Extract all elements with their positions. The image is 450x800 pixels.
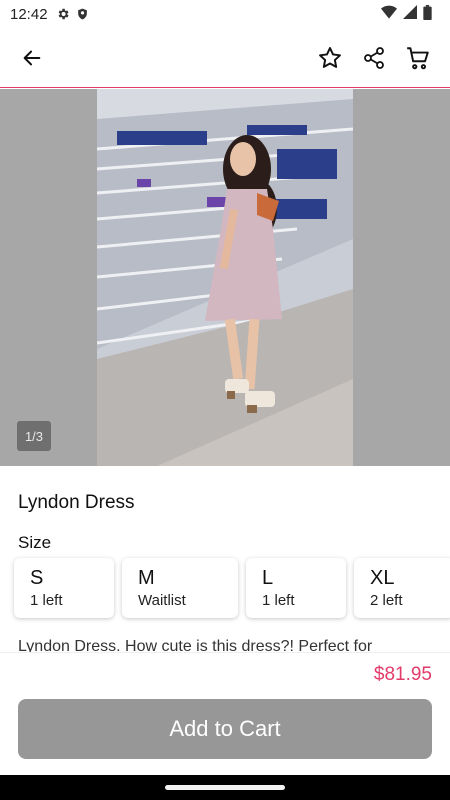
product-photo — [97, 89, 353, 466]
product-price: $81.95 — [373, 664, 432, 685]
cart-button[interactable] — [398, 38, 438, 78]
size-option-l[interactable]: L 1 left — [246, 558, 346, 618]
size-option-availability: Waitlist — [138, 592, 186, 609]
size-option-availability: 2 left — [370, 592, 403, 609]
size-options: S 1 left M Waitlist L 1 left XL 2 left — [14, 558, 450, 618]
shield-icon — [76, 7, 89, 21]
size-option-availability: 1 left — [262, 592, 295, 609]
product-description: Lyndon Dress. How cute is this dress?! P… — [18, 638, 438, 652]
product-description-text: Lyndon Dress. How cute is this dress?! P… — [18, 638, 373, 652]
status-bar: 12:42 — [0, 0, 450, 28]
back-button[interactable] — [12, 38, 52, 78]
battery-icon — [423, 4, 432, 24]
share-icon — [364, 46, 384, 69]
app-bar — [0, 28, 450, 88]
size-option-label: XL — [370, 567, 395, 589]
size-option-m[interactable]: M Waitlist — [122, 558, 238, 618]
size-section-label: Size — [18, 533, 52, 552]
image-page-indicator: 1/3 — [17, 421, 51, 451]
system-navigation-bar — [0, 775, 450, 800]
wifi-icon — [381, 5, 397, 23]
product-image-gallery[interactable]: 1/3 — [0, 89, 450, 466]
home-gesture-handle[interactable] — [165, 785, 285, 790]
add-to-cart-button[interactable]: Add to Cart — [18, 699, 432, 759]
product-details-sheet: Lyndon Dress Size S 1 left M Waitlist L … — [0, 466, 450, 775]
size-option-label: M — [138, 567, 155, 589]
share-button[interactable] — [354, 38, 394, 78]
size-option-s[interactable]: S 1 left — [14, 558, 114, 618]
cart-icon — [407, 46, 429, 69]
arrow-left-icon — [23, 50, 41, 65]
size-option-xl[interactable]: XL 2 left — [354, 558, 450, 618]
size-option-label: S — [30, 567, 44, 589]
favorite-button[interactable] — [310, 38, 350, 78]
star-icon — [319, 46, 341, 68]
status-time: 12:42 — [10, 5, 48, 23]
product-title: Lyndon Dress — [18, 492, 135, 513]
size-option-availability: 1 left — [30, 592, 63, 609]
size-option-label: L — [262, 567, 274, 589]
divider — [0, 652, 450, 653]
gear-icon — [56, 7, 70, 21]
signal-icon — [403, 5, 417, 23]
